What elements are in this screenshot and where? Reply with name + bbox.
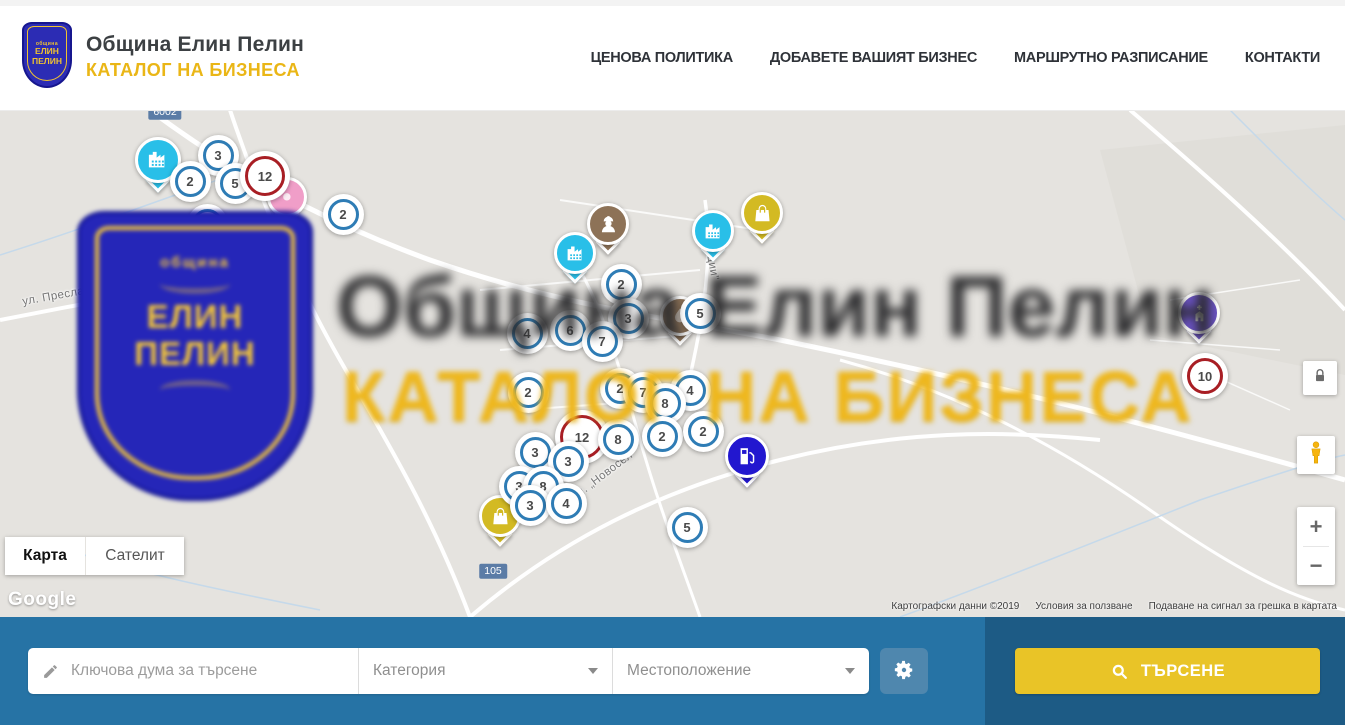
shopping-bag-icon [490, 506, 511, 527]
main-nav: ЦЕНОВА ПОЛИТИКА ДОБАВЕТЕ ВАШИЯТ БИЗНЕС М… [591, 6, 1320, 110]
keyword-input[interactable] [69, 661, 348, 681]
chevron-down-icon [588, 668, 598, 674]
cluster-marker[interactable]: 5 [680, 293, 721, 334]
cluster-count: 6 [555, 315, 586, 346]
location-dropdown-value: Местоположение [627, 662, 751, 680]
pin-marker-fuel[interactable] [725, 434, 769, 493]
nav-item-add-business[interactable]: ДОБАВЕТЕ ВАШИЯТ БИЗНЕС [770, 50, 977, 66]
lock-icon [1313, 368, 1327, 389]
cluster-count: 12 [245, 156, 285, 196]
pin-circle [692, 210, 734, 252]
search-icon [1110, 662, 1129, 681]
lock-control[interactable] [1303, 361, 1337, 395]
search-button-label: ТЪРСЕНЕ [1141, 662, 1225, 681]
map-type-satellite-button[interactable]: Сателит [86, 537, 184, 575]
cluster-count: 8 [650, 388, 681, 419]
street-view-pegman[interactable] [1297, 436, 1335, 474]
map-attribution: Картографски данни ©2019 Условия за полз… [891, 601, 1337, 612]
chevron-down-icon [845, 668, 855, 674]
cluster-count: 2 [606, 269, 637, 300]
municipality-logo[interactable]: община ЕЛИН ПЕЛИН [22, 22, 72, 88]
cluster-marker[interactable]: 8 [598, 419, 639, 460]
pegman-icon [1305, 440, 1327, 471]
search-button[interactable]: ТЪРСЕНЕ [1015, 648, 1320, 694]
cluster-count: 2 [192, 209, 223, 240]
gear-icon [893, 659, 915, 684]
zoom-in-button[interactable]: + [1297, 508, 1335, 546]
keyword-field [28, 648, 358, 694]
cluster-count: 2 [647, 421, 678, 452]
nav-item-pricing[interactable]: ЦЕНОВА ПОЛИТИКА [591, 50, 733, 66]
brand-block: Община Елин Пелин КАТАЛОГ НА БИЗНЕСА [86, 33, 304, 81]
cluster-count: 3 [520, 437, 551, 468]
cluster-marker[interactable]: 7 [582, 321, 623, 362]
pin-marker-church[interactable] [1178, 292, 1220, 349]
pencil-icon [42, 663, 59, 680]
cluster-count: 7 [587, 326, 618, 357]
cluster-marker[interactable]: 5 [667, 507, 708, 548]
cluster-marker[interactable]: 2 [642, 416, 683, 457]
page-top-strip [0, 0, 1345, 6]
category-dropdown[interactable]: Категория [358, 648, 612, 694]
pin-circle [741, 192, 783, 234]
pin-marker-shopping-bag[interactable] [741, 192, 783, 249]
nav-item-route-schedule[interactable]: МАРШРУТНО РАЗПИСАНИЕ [1014, 50, 1208, 66]
google-logo[interactable]: Google [8, 589, 76, 611]
cluster-count: 3 [515, 490, 546, 521]
cluster-count: 4 [551, 488, 582, 519]
cluster-count: 10 [1187, 358, 1223, 394]
map-type-map-button[interactable]: Карта [5, 537, 85, 575]
header: община ЕЛИН ПЕЛИН Община Елин Пелин КАТА… [0, 6, 1345, 111]
attribution-copyright: Картографски данни ©2019 [891, 601, 1019, 612]
cluster-count: 4 [512, 318, 543, 349]
cluster-marker[interactable]: 2 [170, 161, 211, 202]
cluster-marker[interactable]: 4 [507, 313, 548, 354]
nav-item-contacts[interactable]: КОНТАКТИ [1245, 50, 1320, 66]
pin-marker-factory[interactable] [554, 232, 596, 289]
cluster-count: 2 [513, 377, 544, 408]
site-subtitle: КАТАЛОГ НА БИЗНЕСА [86, 60, 304, 81]
cluster-marker[interactable]: 2 [187, 204, 228, 245]
attribution-terms-link[interactable]: Условия за ползване [1035, 601, 1132, 612]
cluster-marker[interactable]: 4 [546, 483, 587, 524]
church-icon [1189, 303, 1210, 324]
cluster-marker[interactable]: 3 [510, 485, 551, 526]
cluster-count: 2 [328, 199, 359, 230]
search-bar: ТЪРСЕНЕ Категория Местоположение [0, 617, 1345, 725]
location-dropdown[interactable]: Местоположение [612, 648, 869, 694]
cluster-marker[interactable]: 12 [240, 151, 290, 201]
zoom-control: + − [1297, 507, 1335, 585]
cluster-marker[interactable]: 2 [323, 194, 364, 235]
cluster-count: 8 [603, 424, 634, 455]
logo-line2: ПЕЛИН [32, 57, 62, 67]
pin-circle [1178, 292, 1220, 334]
cluster-count: 5 [685, 298, 716, 329]
search-bar-right-panel: ТЪРСЕНЕ [985, 617, 1345, 725]
category-dropdown-value: Категория [373, 662, 445, 680]
pin-circle [554, 232, 596, 274]
factory-icon [565, 243, 586, 264]
factory-icon [703, 221, 724, 242]
cluster-count: 5 [672, 512, 703, 543]
logo-shield-inner: община ЕЛИН ПЕЛИН [27, 26, 67, 81]
site-title: Община Елин Пелин [86, 33, 304, 57]
advanced-search-button[interactable] [880, 648, 928, 694]
shopping-bag-icon [752, 203, 773, 224]
factory-icon [146, 148, 169, 171]
fuel-icon [736, 445, 758, 467]
map-type-control: Карта Сателит [5, 537, 184, 575]
zoom-out-button[interactable]: − [1297, 547, 1335, 585]
cluster-count: 2 [688, 416, 719, 447]
worker-icon [598, 214, 619, 235]
map-markers: 32512222356472274812822333834510 [0, 110, 1345, 617]
pin-circle [725, 434, 769, 478]
cluster-marker[interactable]: 2 [683, 411, 724, 452]
attribution-report-error-link[interactable]: Подаване на сигнал за грешка в картата [1149, 601, 1337, 612]
pin-marker-factory[interactable] [692, 210, 734, 267]
map-canvas[interactable]: 6002105ул. Преславбул. „Новоселции" 3251… [0, 110, 1345, 617]
cluster-count: 2 [175, 166, 206, 197]
search-fields: Категория Местоположение [28, 648, 869, 694]
cluster-marker[interactable]: 2 [508, 372, 549, 413]
cluster-marker[interactable]: 10 [1182, 353, 1228, 399]
